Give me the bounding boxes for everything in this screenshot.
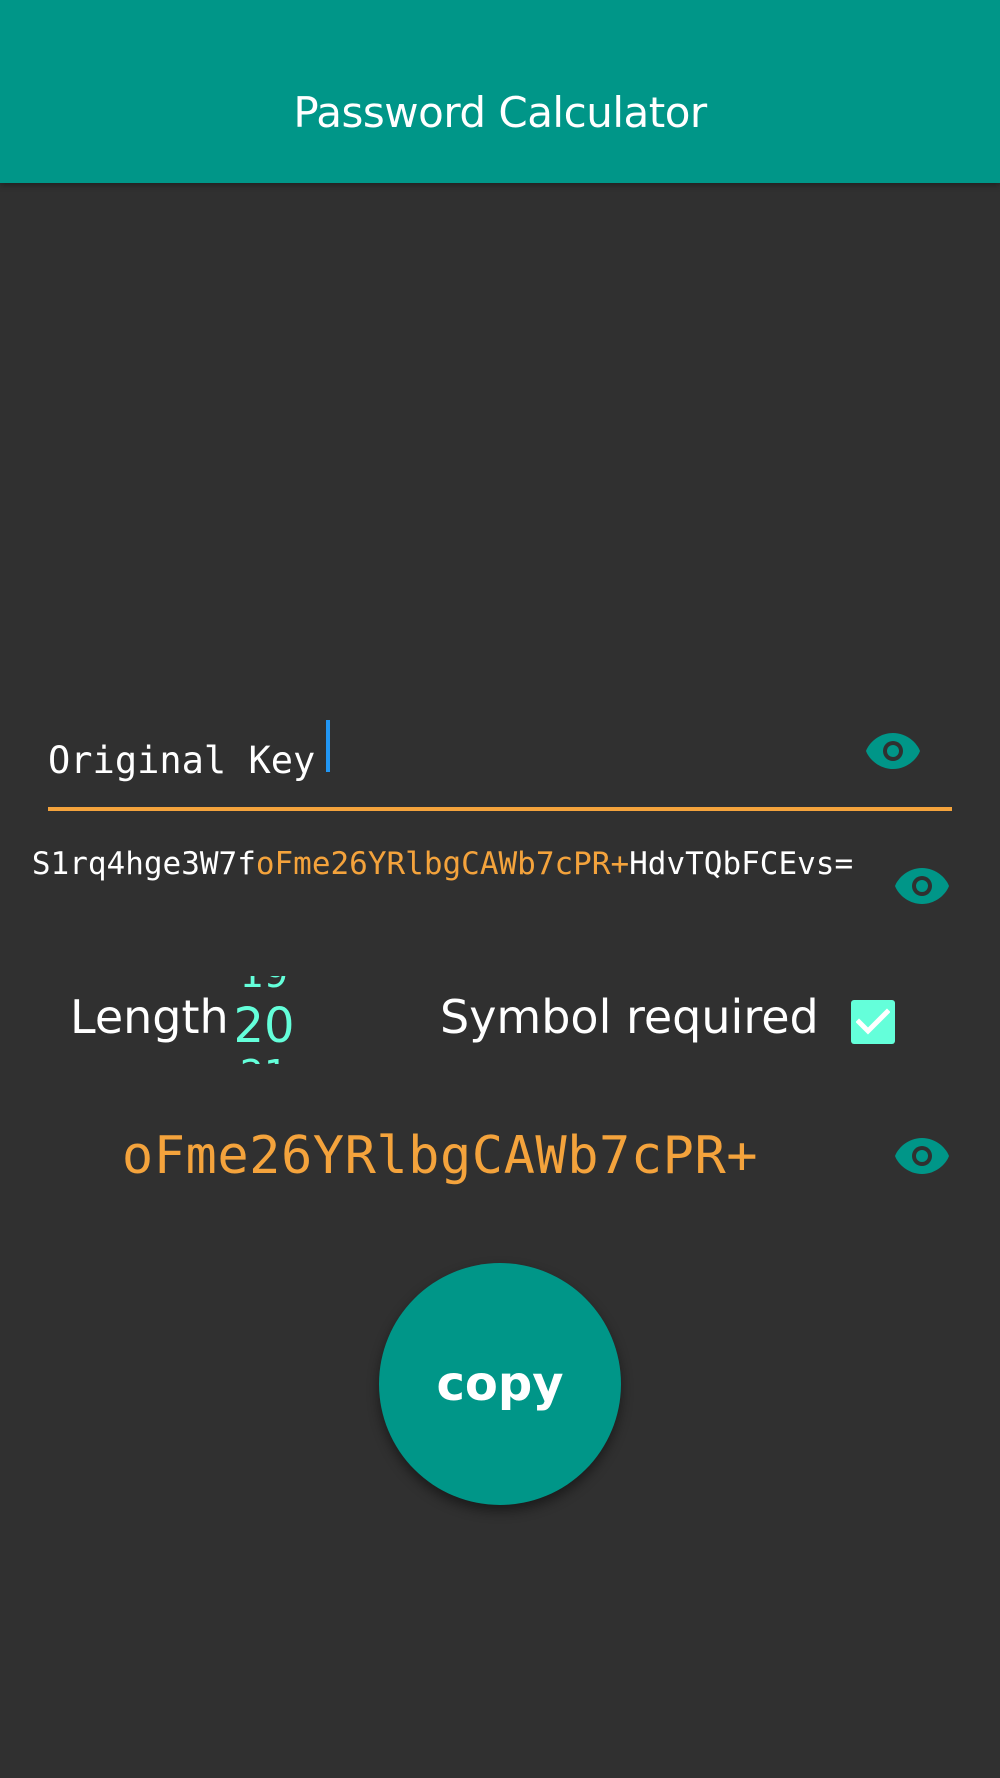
input-underline [48, 807, 952, 811]
app-screen: Password Calculator S1rq4hge3W7foFme26YR… [0, 0, 1000, 1778]
picker-prev-value[interactable]: 19 [232, 976, 296, 996]
copy-button[interactable]: copy [379, 1263, 621, 1505]
eye-icon [895, 1138, 949, 1174]
picker-next-value[interactable]: 21 [232, 1052, 296, 1064]
text-cursor [326, 720, 330, 772]
key-visibility-toggle[interactable] [861, 719, 925, 783]
original-key-field[interactable] [48, 712, 952, 811]
symbol-required-checkbox[interactable] [851, 1000, 895, 1044]
checkmark-icon [856, 1008, 890, 1035]
hash-output: S1rq4hge3W7foFme26YRlbgCAWb7cPR+HdvTQbFC… [20, 842, 865, 886]
app-bar: Password Calculator [0, 0, 1000, 183]
hash-visibility-toggle[interactable] [890, 854, 954, 918]
generated-password: oFme26YRlbgCAWb7cPR+ [121, 1126, 759, 1186]
eye-icon [866, 733, 920, 769]
password-visibility-toggle[interactable] [890, 1124, 954, 1188]
picker-current-value[interactable]: 20 [232, 998, 296, 1054]
length-label: Length [70, 990, 229, 1044]
hash-suffix: HdvTQbFCEvs= [629, 846, 854, 882]
app-title: Password Calculator [293, 88, 707, 137]
hash-prefix: S1rq4hge3W7f [31, 846, 256, 882]
hash-highlight: oFme26YRlbgCAWb7cPR+ [255, 846, 630, 882]
eye-icon [895, 868, 949, 904]
length-number-picker[interactable]: 19 20 21 [232, 976, 296, 1064]
original-key-input[interactable] [48, 730, 848, 790]
symbol-required-label: Symbol required [440, 990, 819, 1044]
